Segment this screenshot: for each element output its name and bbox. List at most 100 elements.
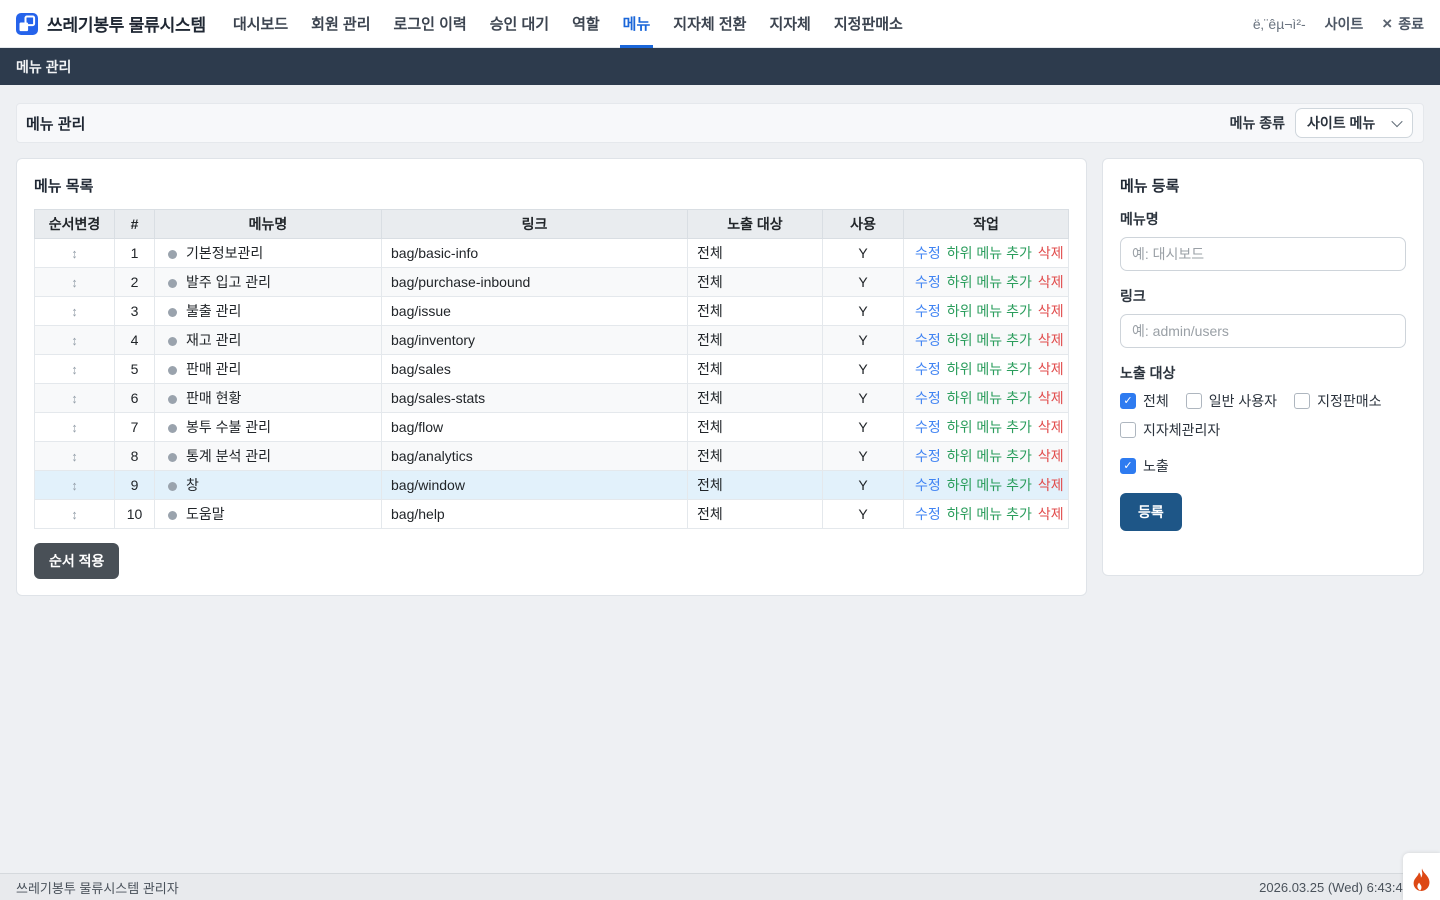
- row-actions: 수정 하위 메뉴 추가 삭제: [904, 500, 1069, 529]
- menu-type-selected-value: 사이트 메뉴: [1307, 113, 1375, 133]
- row-drag-handle[interactable]: ↕: [35, 413, 115, 442]
- delete-link[interactable]: 삭제: [1038, 419, 1064, 435]
- reorder-icon: ↕: [71, 478, 78, 493]
- row-drag-handle[interactable]: ↕: [35, 384, 115, 413]
- edit-link[interactable]: 수정: [915, 303, 941, 319]
- add-submenu-link[interactable]: 하위 메뉴 추가: [947, 506, 1032, 522]
- delete-link[interactable]: 삭제: [1038, 448, 1064, 464]
- reorder-icon: ↕: [71, 333, 78, 348]
- edit-link[interactable]: 수정: [915, 477, 941, 493]
- target-checkbox-지자체관리자[interactable]: 지자체관리자: [1120, 420, 1220, 440]
- debug-toolbar-toggle[interactable]: [1403, 853, 1440, 900]
- bullet-icon: [168, 453, 177, 462]
- edit-link[interactable]: 수정: [915, 361, 941, 377]
- target-checkbox-전체[interactable]: 전체: [1120, 391, 1169, 411]
- target-checkbox-일반 사용자[interactable]: 일반 사용자: [1186, 391, 1277, 411]
- add-submenu-link[interactable]: 하위 메뉴 추가: [947, 332, 1032, 348]
- delete-link[interactable]: 삭제: [1038, 506, 1064, 522]
- row-link: bag/inventory: [382, 326, 688, 355]
- row-target: 전체: [688, 297, 823, 326]
- nav-item-역할[interactable]: 역할: [571, 0, 601, 48]
- row-menu-name: 통계 분석 관리: [155, 442, 382, 471]
- row-target: 전체: [688, 384, 823, 413]
- row-drag-handle[interactable]: ↕: [35, 471, 115, 500]
- row-use-flag: Y: [823, 442, 904, 471]
- row-drag-handle[interactable]: ↕: [35, 268, 115, 297]
- toolbar-right: 메뉴 종류 사이트 메뉴: [1230, 108, 1413, 138]
- target-checkbox-지정판매소[interactable]: 지정판매소: [1294, 391, 1381, 411]
- row-number: 8: [115, 442, 155, 471]
- row-drag-handle[interactable]: ↕: [35, 326, 115, 355]
- col-header-target: 노출 대상: [688, 210, 823, 239]
- row-target: 전체: [688, 268, 823, 297]
- exit-button[interactable]: × 종료: [1382, 14, 1424, 34]
- add-submenu-link[interactable]: 하위 메뉴 추가: [947, 245, 1032, 261]
- edit-link[interactable]: 수정: [915, 390, 941, 406]
- expose-label: 노출: [1143, 456, 1169, 476]
- menu-link-label: 링크: [1120, 286, 1406, 306]
- page-header-bar: 메뉴 관리: [0, 48, 1440, 85]
- row-drag-handle[interactable]: ↕: [35, 355, 115, 384]
- menu-link-input[interactable]: [1120, 314, 1406, 348]
- expose-checkbox[interactable]: 노출: [1120, 456, 1406, 476]
- add-submenu-link[interactable]: 하위 메뉴 추가: [947, 448, 1032, 464]
- row-drag-handle[interactable]: ↕: [35, 442, 115, 471]
- delete-link[interactable]: 삭제: [1038, 361, 1064, 377]
- nav-item-대시보드[interactable]: 대시보드: [232, 0, 289, 48]
- page-title: 메뉴 관리: [26, 113, 85, 134]
- edit-link[interactable]: 수정: [915, 419, 941, 435]
- add-submenu-link[interactable]: 하위 메뉴 추가: [947, 361, 1032, 377]
- nav-item-승인 대기[interactable]: 승인 대기: [489, 0, 550, 48]
- register-button[interactable]: 등록: [1120, 493, 1182, 531]
- bullet-icon: [168, 424, 177, 433]
- row-drag-handle[interactable]: ↕: [35, 239, 115, 268]
- row-target: 전체: [688, 239, 823, 268]
- nav-item-메뉴[interactable]: 메뉴: [622, 0, 652, 48]
- row-menu-name: 봉투 수불 관리: [155, 413, 382, 442]
- codeigniter-flame-icon: [1411, 868, 1432, 895]
- delete-link[interactable]: 삭제: [1038, 390, 1064, 406]
- menu-type-select[interactable]: 사이트 메뉴: [1295, 108, 1413, 138]
- add-submenu-link[interactable]: 하위 메뉴 추가: [947, 419, 1032, 435]
- site-link[interactable]: 사이트: [1325, 14, 1364, 34]
- row-use-flag: Y: [823, 471, 904, 500]
- edit-link[interactable]: 수정: [915, 274, 941, 290]
- apply-order-button[interactable]: 순서 적용: [34, 543, 119, 579]
- row-drag-handle[interactable]: ↕: [35, 500, 115, 529]
- row-number: 10: [115, 500, 155, 529]
- add-submenu-link[interactable]: 하위 메뉴 추가: [947, 477, 1032, 493]
- brand[interactable]: 쓰레기봉투 물류시스템: [16, 11, 206, 36]
- menu-name-input[interactable]: [1120, 237, 1406, 271]
- nav-item-지자체 전환[interactable]: 지자체 전환: [672, 0, 747, 48]
- row-actions: 수정 하위 메뉴 추가 삭제: [904, 355, 1069, 384]
- reorder-icon: ↕: [71, 391, 78, 406]
- col-header-link: 링크: [382, 210, 688, 239]
- add-submenu-link[interactable]: 하위 메뉴 추가: [947, 303, 1032, 319]
- nav-item-로그인 이력[interactable]: 로그인 이력: [393, 0, 468, 48]
- table-row: ↕4재고 관리bag/inventory전체Y수정하위 메뉴 추가삭제: [35, 326, 1069, 355]
- bullet-icon: [168, 511, 177, 520]
- row-actions: 수정 하위 메뉴 추가 삭제: [904, 413, 1069, 442]
- delete-link[interactable]: 삭제: [1038, 303, 1064, 319]
- row-drag-handle[interactable]: ↕: [35, 297, 115, 326]
- edit-link[interactable]: 수정: [915, 448, 941, 464]
- delete-link[interactable]: 삭제: [1038, 477, 1064, 493]
- bullet-icon: [168, 337, 177, 346]
- delete-link[interactable]: 삭제: [1038, 245, 1064, 261]
- nav-item-지자체[interactable]: 지자체: [768, 0, 811, 48]
- add-submenu-link[interactable]: 하위 메뉴 추가: [947, 390, 1032, 406]
- nav-item-회원 관리[interactable]: 회원 관리: [310, 0, 371, 48]
- row-use-flag: Y: [823, 268, 904, 297]
- delete-link[interactable]: 삭제: [1038, 274, 1064, 290]
- edit-link[interactable]: 수정: [915, 506, 941, 522]
- menu-table: 순서변경 # 메뉴명 링크 노출 대상 사용 작업 ↕1기본정보관리bag/ba…: [34, 209, 1069, 529]
- table-header-row: 순서변경 # 메뉴명 링크 노출 대상 사용 작업: [35, 210, 1069, 239]
- expose-row: 노출: [1120, 456, 1406, 476]
- edit-link[interactable]: 수정: [915, 245, 941, 261]
- nav-item-지정판매소[interactable]: 지정판매소: [833, 0, 904, 48]
- col-header-number: #: [115, 210, 155, 239]
- add-submenu-link[interactable]: 하위 메뉴 추가: [947, 274, 1032, 290]
- row-link: bag/basic-info: [382, 239, 688, 268]
- delete-link[interactable]: 삭제: [1038, 332, 1064, 348]
- edit-link[interactable]: 수정: [915, 332, 941, 348]
